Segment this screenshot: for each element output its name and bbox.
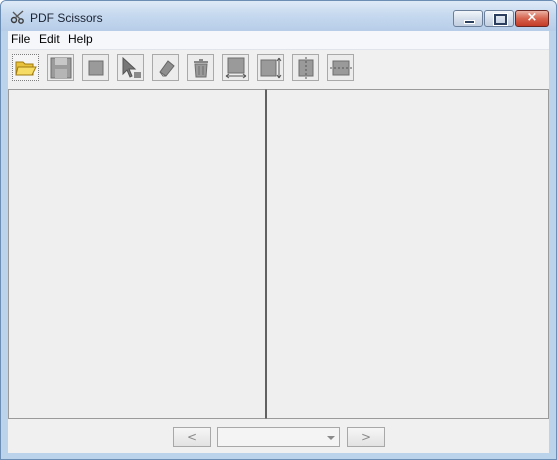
equal-height-button[interactable]	[257, 54, 284, 81]
close-icon: ×	[526, 10, 538, 25]
select-pointer-icon	[122, 57, 141, 78]
scissors-icon	[10, 10, 24, 24]
toolbar	[8, 50, 549, 88]
maximize-button[interactable]	[484, 10, 514, 27]
menu-edit[interactable]: Edit	[39, 32, 60, 46]
eraser-icon	[159, 60, 175, 77]
equal-width-icon	[225, 57, 247, 79]
menu-help[interactable]: Help	[68, 32, 93, 46]
open-button[interactable]	[12, 54, 39, 81]
save-button[interactable]	[47, 54, 74, 81]
minimize-icon	[464, 20, 475, 24]
open-folder-icon	[15, 61, 37, 76]
equal-width-button[interactable]	[222, 54, 249, 81]
page-selector-dropdown[interactable]	[217, 427, 340, 447]
maximize-icon	[494, 14, 507, 25]
previous-page-button[interactable]: <	[173, 427, 211, 447]
crop-area-button[interactable]	[82, 54, 109, 81]
page-thumbnail-pane[interactable]	[8, 89, 266, 419]
split-horizontal-button[interactable]	[327, 54, 354, 81]
crop-area-icon	[88, 60, 104, 76]
trash-icon	[194, 59, 208, 78]
client-area: File Edit Help < >	[8, 31, 549, 453]
page-preview-pane[interactable]	[266, 89, 549, 419]
chevron-down-icon	[327, 436, 335, 440]
save-icon	[50, 57, 72, 79]
app-window: PDF Scissors × File Edit Help < >	[0, 0, 557, 460]
menu-file[interactable]: File	[11, 32, 30, 46]
select-button[interactable]	[117, 54, 144, 81]
menu-bar: File Edit Help	[8, 31, 549, 50]
delete-button[interactable]	[187, 54, 214, 81]
title-bar[interactable]: PDF Scissors ×	[1, 1, 556, 31]
equal-height-icon	[260, 57, 282, 79]
next-page-button[interactable]: >	[347, 427, 385, 447]
close-button[interactable]: ×	[515, 10, 549, 27]
minimize-button[interactable]	[453, 10, 483, 27]
split-horizontal-icon	[330, 60, 352, 76]
split-vertical-button[interactable]	[292, 54, 319, 81]
eraser-button[interactable]	[152, 54, 179, 81]
window-title: PDF Scissors	[30, 11, 103, 25]
split-vertical-icon	[298, 57, 314, 79]
